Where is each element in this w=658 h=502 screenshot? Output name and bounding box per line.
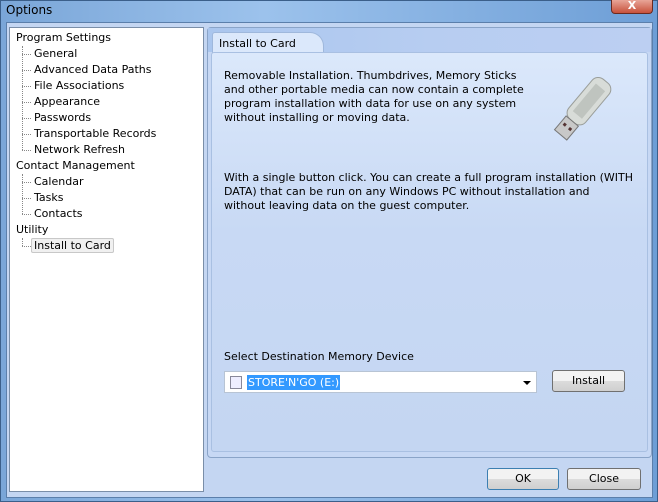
- tab-body: Removable Installation. Thumbdrives, Mem…: [211, 52, 648, 452]
- tree-line: [22, 174, 23, 214]
- chevron-down-icon[interactable]: [523, 381, 531, 385]
- tree-line: [22, 238, 23, 246]
- tree-item-label: Tasks: [34, 191, 64, 204]
- window-title: Options: [6, 3, 53, 17]
- description-removable: Removable Installation. Thumbdrives, Mem…: [224, 69, 524, 124]
- tree-item[interactable]: Advanced Data Paths: [22, 62, 152, 78]
- tab-strip: Install to Card: [208, 28, 651, 53]
- settings-panel: Install to Card Removable Installation. …: [207, 27, 652, 458]
- tree-item[interactable]: General: [21, 46, 78, 62]
- tree-item-label: Advanced Data Paths: [34, 63, 152, 76]
- tree-item[interactable]: Appearance: [21, 94, 101, 110]
- tree-item-label: File Associations: [34, 79, 125, 92]
- tree-item-label: Contacts: [34, 207, 83, 220]
- tree-item-label: Appearance: [34, 95, 101, 108]
- tree-item[interactable]: Tasks: [21, 190, 64, 206]
- tree-item-label: Transportable Records: [34, 127, 157, 140]
- tree-item-label: Network Refresh: [34, 143, 125, 156]
- tree-group-0[interactable]: Program Settings: [16, 30, 111, 46]
- options-tree[interactable]: Program Settings General Advanced Data Pat…: [9, 27, 204, 492]
- install-button[interactable]: Install: [552, 370, 625, 392]
- tree-item-label: Calendar: [34, 175, 84, 188]
- device-value: STORE'N'GO (E:): [247, 375, 341, 390]
- description-single-click: With a single button click. You can crea…: [224, 171, 634, 212]
- tree-item[interactable]: Passwords: [21, 110, 92, 126]
- tree-item-label: Install to Card: [31, 238, 114, 253]
- tab-install-to-card[interactable]: Install to Card: [212, 32, 324, 53]
- tree-item[interactable]: File Associations: [21, 78, 125, 94]
- options-window: Options X Program Settings General Advance…: [0, 0, 658, 502]
- tree-item[interactable]: Contacts: [22, 206, 83, 222]
- tree-group-2[interactable]: Utility: [16, 222, 48, 238]
- dialog-client: Program Settings General Advanced Data Pat…: [6, 22, 653, 498]
- device-select[interactable]: STORE'N'GO (E:): [224, 371, 537, 393]
- usb-drive-icon: [553, 76, 612, 141]
- tree-item[interactable]: Transportable Records: [21, 126, 157, 142]
- window-close-button[interactable]: X: [611, 0, 653, 14]
- tree-item[interactable]: Calendar: [21, 174, 84, 190]
- ok-button[interactable]: OK: [487, 468, 559, 490]
- close-button[interactable]: Close: [567, 468, 641, 490]
- tree-line: [22, 46, 23, 150]
- tree-item-label: General: [34, 47, 78, 60]
- tree-item-label: Passwords: [34, 111, 92, 124]
- drive-icon: [230, 376, 242, 389]
- tree-group-1[interactable]: Contact Management: [16, 158, 135, 174]
- tree-item[interactable]: Network Refresh: [22, 142, 125, 158]
- device-label: Select Destination Memory Device: [224, 350, 414, 363]
- tree-item[interactable]: Install to Card: [22, 238, 114, 254]
